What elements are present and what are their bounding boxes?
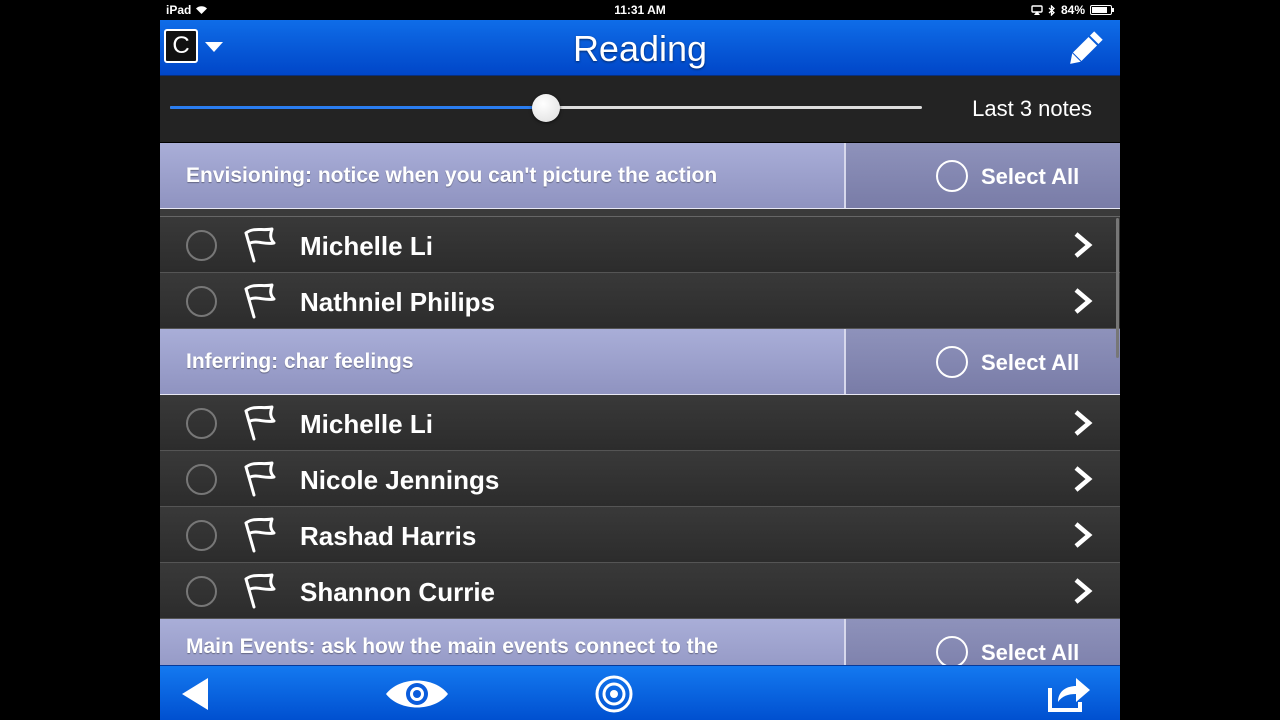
student-row[interactable]: Nicole Jennings	[160, 451, 1120, 507]
select-all-label: Select All	[981, 350, 1080, 375]
student-name: Michelle Li	[300, 231, 433, 261]
section-title: Inferring: char feelings	[186, 350, 414, 373]
slider-thumb[interactable]	[532, 94, 560, 122]
radio-icon[interactable]	[186, 464, 217, 495]
nav-bar: C Reading	[160, 20, 1120, 76]
status-right: 84%	[1031, 3, 1114, 17]
chevron-right-icon[interactable]	[1070, 465, 1096, 493]
student-row[interactable]: Nathniel Philips	[160, 273, 1120, 329]
section-header: Envisioning: notice when you can't pictu…	[160, 143, 1120, 209]
bluetooth-icon	[1048, 4, 1055, 16]
notes-range-bar: Last 3 notes	[160, 76, 1120, 142]
select-all-button[interactable]: Select All	[844, 619, 1120, 665]
student-name: Shannon Currie	[300, 577, 496, 607]
flag-icon	[244, 461, 276, 497]
section-header: Main Events: ask how the main events con…	[160, 619, 1120, 665]
select-all-button[interactable]: Select All	[844, 143, 1120, 208]
student-row[interactable]: Rashad Harris	[160, 507, 1120, 563]
radio-icon[interactable]	[186, 408, 217, 439]
radio-icon[interactable]	[186, 230, 217, 261]
pencil-icon[interactable]	[1064, 28, 1106, 70]
slider-label: Last 3 notes	[972, 96, 1092, 121]
eye-icon[interactable]	[384, 674, 450, 714]
chevron-right-icon[interactable]	[1070, 287, 1096, 315]
flag-icon	[244, 573, 276, 609]
battery-percent: 84%	[1060, 3, 1085, 17]
student-row[interactable]: Shannon Currie	[160, 563, 1120, 619]
status-time: 11:31 AM	[614, 3, 666, 17]
section-header: Inferring: char feelings Select All	[160, 329, 1120, 395]
select-all-label: Select All	[981, 640, 1080, 665]
target-icon[interactable]	[594, 674, 634, 714]
section-divider	[160, 209, 1120, 217]
chevron-right-icon[interactable]	[1070, 409, 1096, 437]
back-arrow-icon[interactable]	[178, 676, 212, 712]
flag-icon	[244, 405, 276, 441]
flag-icon	[244, 227, 276, 263]
page-title: Reading	[572, 28, 708, 69]
radio-icon	[936, 636, 968, 665]
chevron-right-icon[interactable]	[1070, 521, 1096, 549]
flag-icon	[244, 283, 276, 319]
student-row[interactable]: Michelle Li	[160, 395, 1120, 451]
section-title: Main Events: ask how the main events con…	[186, 635, 719, 658]
flag-icon	[244, 517, 276, 553]
student-name: Nicole Jennings	[300, 465, 500, 495]
status-bar: iPad 11:31 AM 84%	[160, 0, 1120, 20]
share-icon[interactable]	[1046, 674, 1092, 714]
slider-fill	[170, 106, 546, 109]
radio-icon	[936, 160, 968, 192]
student-name: Michelle Li	[300, 409, 433, 439]
chevron-right-icon[interactable]	[1070, 231, 1096, 259]
radio-icon[interactable]	[186, 286, 217, 317]
radio-icon[interactable]	[186, 520, 217, 551]
select-all-button[interactable]: Select All	[844, 329, 1120, 394]
battery-fill	[1092, 7, 1107, 13]
battery-icon	[1090, 5, 1114, 15]
radio-icon[interactable]	[186, 576, 217, 607]
student-name: Rashad Harris	[300, 521, 477, 551]
notes-list[interactable]: Envisioning: notice when you can't pictu…	[160, 143, 1120, 665]
section-title: Envisioning: notice when you can't pictu…	[186, 164, 718, 187]
scroll-indicator	[1116, 218, 1119, 358]
bottom-toolbar	[160, 665, 1120, 720]
chevron-right-icon[interactable]	[1070, 577, 1096, 605]
select-all-label: Select All	[981, 164, 1080, 189]
radio-icon	[936, 346, 968, 378]
student-row[interactable]: Michelle Li	[160, 217, 1120, 273]
airplay-icon	[1031, 5, 1043, 15]
student-name: Nathniel Philips	[300, 287, 496, 317]
